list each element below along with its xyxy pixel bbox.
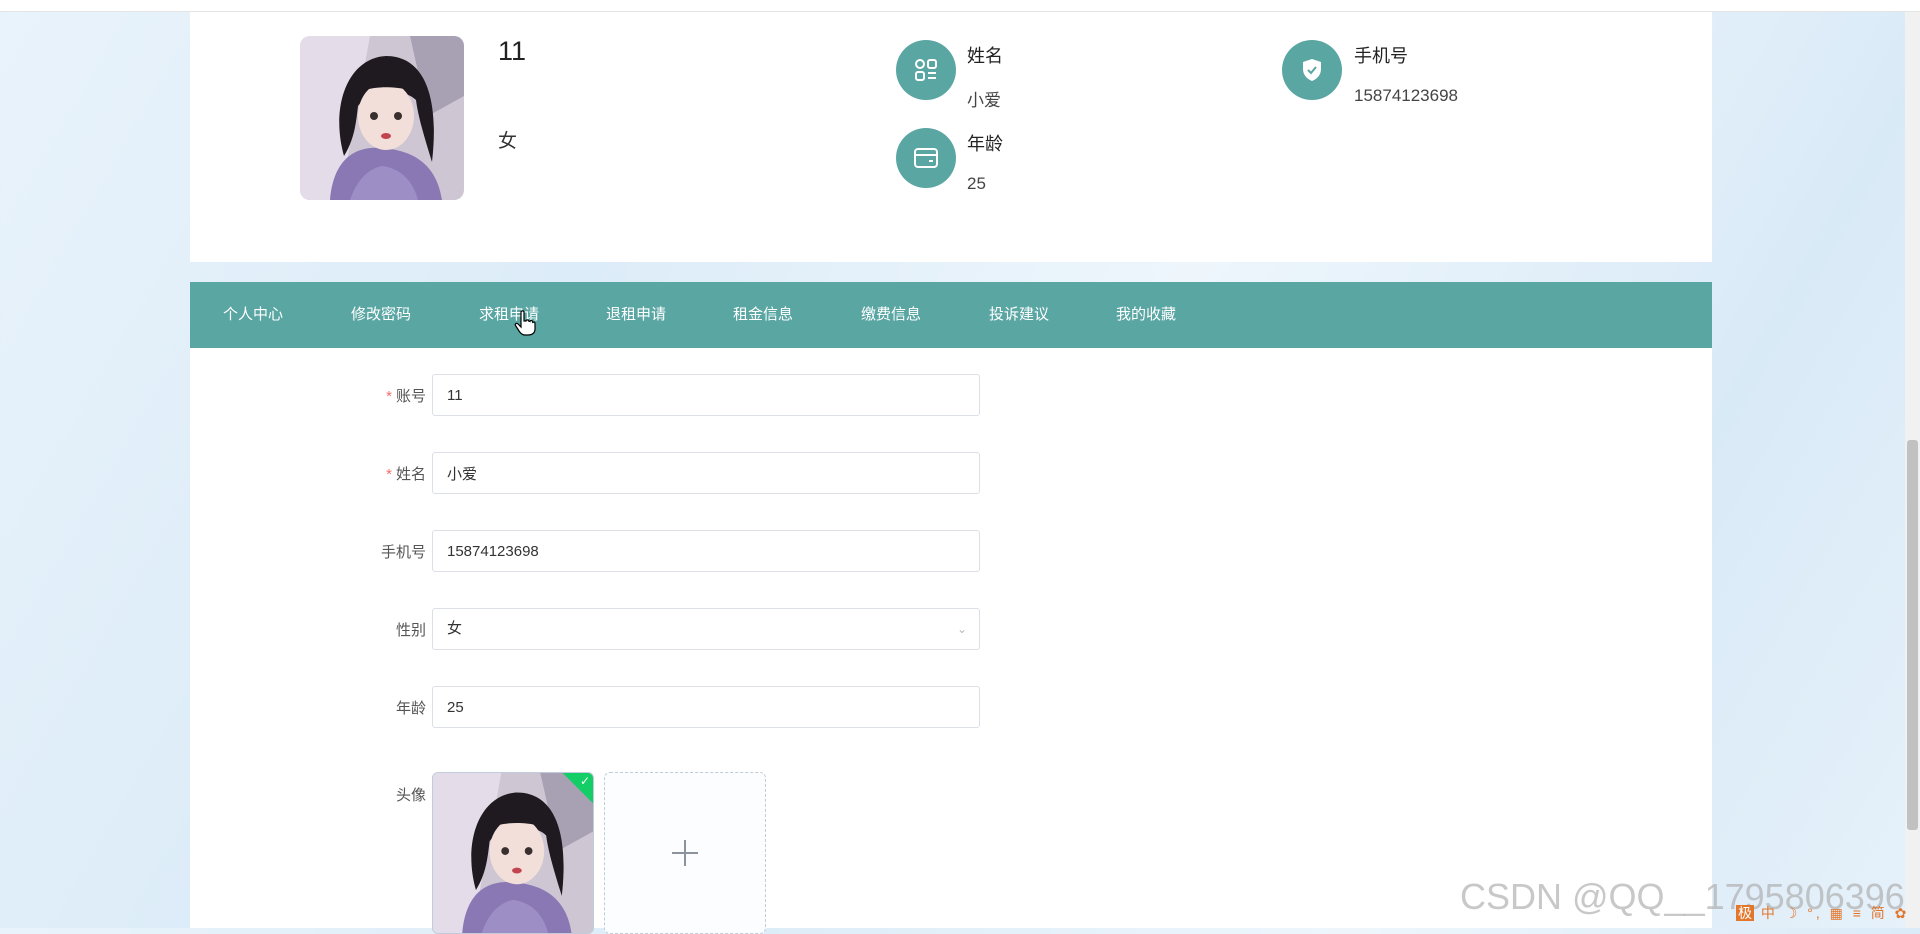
chevron-down-icon: ⌄: [956, 622, 967, 636]
name-info-label: 姓名: [967, 46, 1003, 66]
avatar-upload-button[interactable]: [604, 772, 766, 934]
required-mark: *: [386, 466, 392, 483]
tab-change-password[interactable]: 修改密码: [351, 282, 411, 348]
portrait-image: [300, 36, 464, 200]
wallet-icon: [914, 148, 938, 168]
gender-select[interactable]: 女 ⌄: [432, 608, 980, 650]
portrait-image: [433, 773, 593, 933]
plus-icon: [672, 840, 698, 866]
ime-status-text: 中 ☽ °, ▦ ≡ 简 ✿: [1760, 905, 1910, 921]
profile-card: 11 女 姓名 小爱 年龄 25 手机号 15874123698: [190, 12, 1712, 262]
scrollbar-thumb[interactable]: [1907, 440, 1918, 830]
name-label: * 姓名: [190, 463, 426, 484]
phone-label: 手机号: [380, 544, 426, 561]
ime-logo-icon: 极: [1736, 905, 1754, 921]
account-input[interactable]: [432, 374, 980, 416]
profile-gender: 女: [498, 131, 518, 152]
profile-account: 11: [498, 36, 527, 66]
age-info-label: 年龄: [967, 134, 1003, 154]
avatar-label: 头像: [395, 787, 426, 804]
apps-icon: [915, 59, 937, 81]
gender-select-value: 女: [447, 620, 463, 637]
gender-label: 性别: [395, 622, 426, 639]
tab-payment-info[interactable]: 缴费信息: [861, 282, 921, 348]
age-info-value: 25: [967, 174, 986, 193]
ime-toolbar[interactable]: 极 中 ☽ °, ▦ ≡ 简 ✿: [1736, 903, 1909, 923]
profile-avatar: [300, 36, 464, 200]
profile-edit-form: *账号 *姓名 手机号 性别 女 ⌄ 年龄 头像: [190, 348, 1712, 934]
account-label: * 账号: [190, 385, 426, 406]
phone-info-icon: [1282, 40, 1342, 100]
main-page: 11 女 姓名 小爱 年龄 25 手机号 15874123698 个人中心 修改…: [190, 12, 1712, 934]
required-mark: *: [386, 388, 392, 405]
age-input[interactable]: [432, 686, 980, 728]
uploaded-avatar-thumbnail[interactable]: ✓: [432, 772, 594, 934]
age-label: 年龄: [395, 700, 426, 717]
check-icon: ✓: [579, 774, 590, 788]
name-info-value: 小爱: [967, 91, 1001, 110]
tab-personal-center[interactable]: 个人中心: [223, 282, 283, 348]
center-nav-bar: 个人中心 修改密码 求租申请 退租申请 租金信息 缴费信息 投诉建议 我的收藏: [190, 282, 1712, 348]
tab-rent-info[interactable]: 租金信息: [733, 282, 793, 348]
tab-checkout-request[interactable]: 退租申请: [606, 282, 666, 348]
browser-top-strip: [0, 0, 1920, 12]
age-info-icon: [896, 128, 956, 188]
name-input[interactable]: [432, 452, 980, 494]
tab-complaints[interactable]: 投诉建议: [989, 282, 1049, 348]
shield-icon: [1303, 59, 1321, 81]
name-info-icon: [896, 40, 956, 100]
account-label-text: 账号: [395, 388, 426, 405]
phone-info-value: 15874123698: [1354, 86, 1459, 105]
phone-input[interactable]: [432, 530, 980, 572]
name-label-text: 姓名: [395, 466, 426, 483]
hand-cursor-icon: [514, 310, 536, 341]
tab-my-favorites[interactable]: 我的收藏: [1116, 282, 1176, 348]
phone-info-label: 手机号: [1354, 46, 1408, 66]
